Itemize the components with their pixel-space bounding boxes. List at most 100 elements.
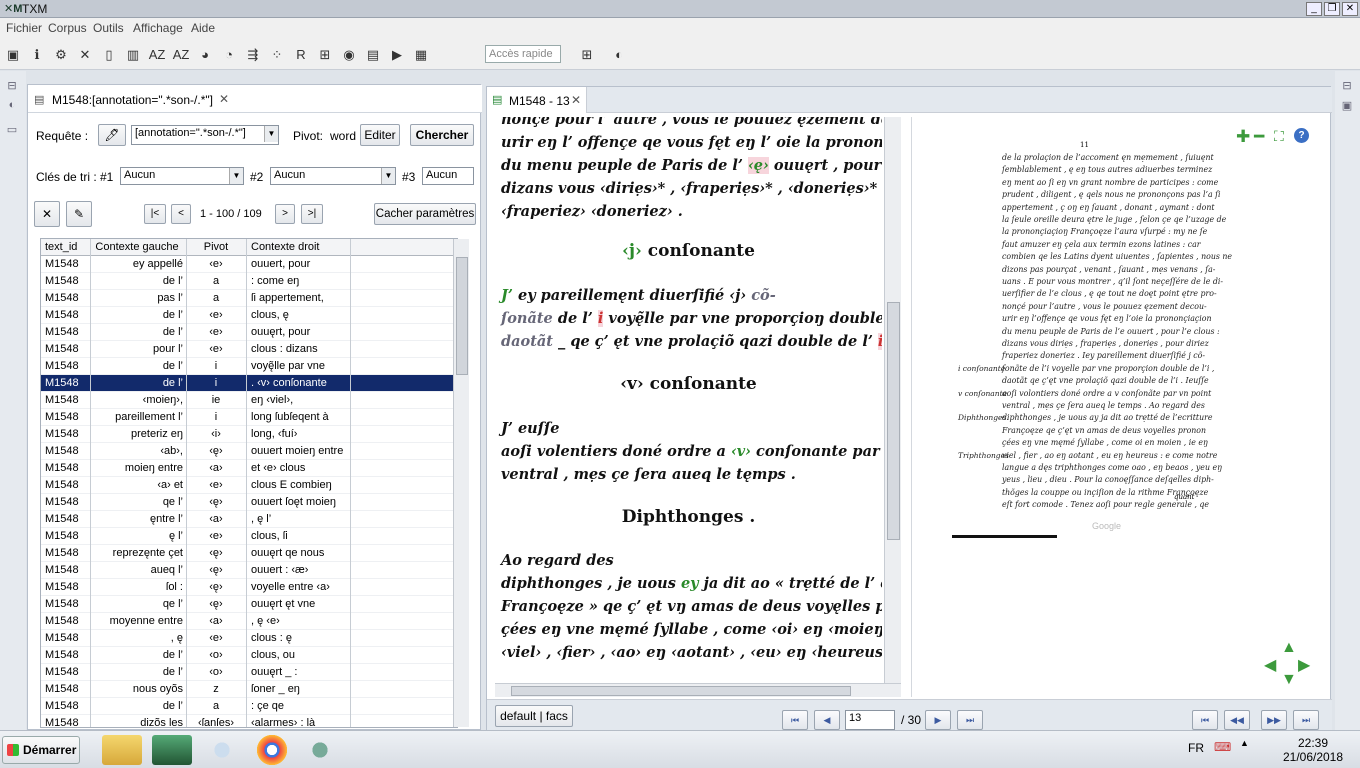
table-row[interactable]: M1548 pareillement l’ i long ſubſeqent à (41, 409, 457, 426)
edition-hscroll-thumb[interactable] (511, 686, 851, 696)
restore-view-icon[interactable]: ⊟ (1340, 79, 1354, 93)
page-number-input[interactable]: 13 (845, 710, 895, 730)
column-header-pivot[interactable]: Pivot (187, 241, 245, 253)
table-row[interactable]: M1548 ‹a› et ‹e› clous E combieŋ (41, 477, 457, 494)
help-icon[interactable]: ? (1294, 128, 1309, 143)
menu-aide[interactable]: Aide (191, 21, 215, 35)
file-explorer-icon[interactable] (102, 735, 142, 765)
fit-page-icon[interactable]: ⛶ (1274, 128, 1284, 145)
sort-key-3-select[interactable]: Aucun (422, 167, 474, 185)
delete-lines-button[interactable]: ✕ (34, 201, 60, 227)
first-text-icon[interactable]: ⏮ (1192, 710, 1218, 730)
table-scroll-thumb[interactable] (456, 257, 468, 375)
chrome-icon[interactable] (252, 735, 292, 765)
pan-down-icon[interactable]: ▼ (1281, 671, 1297, 689)
table-row[interactable]: M1548 pas l’ a ſi appertement, (41, 290, 457, 307)
cluster-icon[interactable]: ⊞ (316, 46, 334, 64)
minimize-button[interactable]: _ (1306, 2, 1322, 16)
delete-icon[interactable]: ✕ (76, 46, 94, 64)
query-input[interactable]: [annotation=".*son-/.*"] ▼ (131, 125, 279, 145)
progression-icon[interactable]: ◕ (196, 46, 214, 64)
table-scrollbar[interactable] (453, 239, 469, 727)
specificity-icon[interactable]: ◔ (220, 46, 238, 64)
previous-text-icon[interactable]: ◀◀ (1224, 710, 1250, 730)
column-header-left-context[interactable]: Contexte gauche (91, 241, 183, 253)
close-window-button[interactable]: ✕ (1342, 2, 1358, 16)
start-button[interactable]: Démarrer (2, 736, 80, 764)
query-assistant-button[interactable]: 🖊 (98, 124, 126, 146)
close-tab-icon[interactable]: ✕ (219, 92, 229, 106)
run-icon[interactable]: ▶ (388, 46, 406, 64)
last-text-icon[interactable]: ⏭ (1293, 710, 1319, 730)
table-row[interactable]: M1548 reprezęnte çet ‹ę› ouuęrt qe nous (41, 545, 457, 562)
table-row[interactable]: M1548 de l’ i . ‹v› conſonante (41, 375, 457, 392)
terminal-icon[interactable] (152, 735, 192, 765)
txm-icon[interactable] (202, 735, 242, 765)
edit-button[interactable]: Editer (360, 124, 400, 146)
table-row[interactable]: M1548 dizõs les ‹ſanſes› ‹alarmes› : là (41, 715, 457, 727)
concordance-icon[interactable]: ⇶ (244, 46, 262, 64)
table-row[interactable]: M1548 de l’ ‹o› clous, ou (41, 647, 457, 664)
tray-arrow-icon[interactable]: ▲ (1240, 738, 1249, 748)
corpus-view-icon[interactable]: ◐ (5, 99, 19, 113)
quick-access-input[interactable]: Accès rapide (485, 45, 561, 63)
search-button[interactable]: Chercher (410, 124, 474, 146)
menu-corpus[interactable]: Corpus (48, 21, 87, 35)
clock[interactable]: 22:39 21/06/2018 (1268, 736, 1358, 764)
cooccurrence-icon[interactable]: ⁘ (268, 46, 286, 64)
table-row[interactable]: M1548 de l’ a: çe qe (41, 698, 457, 715)
table-row[interactable]: M1548 ęntre l’ ‹a› , ę l’ (41, 511, 457, 528)
first-page-icon[interactable]: ⏮ (782, 710, 808, 730)
table-row[interactable]: M1548 de l’ ‹e› clous, ę (41, 307, 457, 324)
table-row[interactable]: M1548 ‹moieŋ›, ie eŋ ‹viel›, (41, 392, 457, 409)
gear-icon[interactable]: ⚙ (52, 46, 70, 64)
language-indicator[interactable]: FR (1188, 741, 1204, 755)
edition-tab[interactable]: ▤ M1548 - 13 ✕ (487, 87, 587, 113)
next-text-icon[interactable]: ▶▶ (1261, 710, 1287, 730)
files-view-icon[interactable]: ▭ (5, 123, 19, 137)
circle-icon[interactable]: ◉ (340, 46, 358, 64)
first-page-button[interactable]: |< (144, 204, 166, 224)
restore-view-icon[interactable]: ⊟ (5, 79, 19, 93)
az-lexicon-icon[interactable]: AZ (148, 46, 166, 64)
next-page-button[interactable]: > (275, 204, 295, 224)
edition-vertical-scrollbar[interactable] (884, 117, 901, 683)
last-page-icon[interactable]: ⏭ (957, 710, 983, 730)
sort-key-1-select[interactable]: Aucun ▼ (120, 167, 244, 185)
edit-lines-button[interactable]: ✎ (66, 201, 92, 227)
previous-page-button[interactable]: < (171, 204, 191, 224)
previous-page-icon[interactable]: ◀ (814, 710, 840, 730)
pan-left-icon[interactable]: ◀ (1264, 655, 1276, 675)
table-row[interactable]: M1548 de l’ ‹o› ouuęrt _ : (41, 664, 457, 681)
text-icon[interactable]: ▯ (100, 46, 118, 64)
column-header-text-id[interactable]: text_id (45, 241, 91, 253)
table-row[interactable]: M1548 moyenne entre ‹a› , ę ‹e› (41, 613, 457, 630)
menu-affichage[interactable]: Affichage (133, 21, 183, 35)
column-header-right-context[interactable]: Contexte droit (251, 241, 351, 253)
r-icon[interactable]: R (292, 46, 310, 64)
table-row[interactable]: M1548 moieŋ entre ‹a› et ‹e› clous (41, 460, 457, 477)
pan-up-icon[interactable]: ▲ (1281, 639, 1297, 657)
next-page-icon[interactable]: ▶ (925, 710, 951, 730)
table-row[interactable]: M1548 ſol : ‹ę› voyelle entre ‹a› (41, 579, 457, 596)
zoom-out-icon[interactable]: ━ (1254, 127, 1264, 147)
table-row[interactable]: M1548 de l’ a: come eŋ (41, 273, 457, 290)
concordance-tab[interactable]: ▤ M1548:[annotation=".*son-/.*"] ✕ (28, 85, 482, 113)
table-row[interactable]: M1548 ey appellé ‹e› ouuert, pour (41, 256, 457, 273)
table-row[interactable]: M1548 qe l’ ‹ę› ouuert ſoęt moieŋ (41, 494, 457, 511)
table-row[interactable]: M1548 , ę ‹e› clous : ę (41, 630, 457, 647)
restore-button[interactable]: ❐ (1324, 2, 1340, 16)
table-row[interactable]: M1548 ‹ab›, ‹ę› ouuert moieŋ entre (41, 443, 457, 460)
edition-selector[interactable]: default | facs (495, 705, 573, 727)
txm-perspective-icon[interactable]: ◐ (610, 46, 628, 64)
console-view-icon[interactable]: ▣ (1340, 99, 1354, 113)
table-row[interactable]: M1548 qe l’ ‹ę› ouuęrt ęt vne (41, 596, 457, 613)
edition-scroll-thumb[interactable] (887, 302, 900, 540)
table-row[interactable]: M1548 pour l’ ‹e› clous : dizans (41, 341, 457, 358)
perspective-icon[interactable]: ⊞ (578, 46, 596, 64)
close-tab-icon[interactable]: ✕ (571, 93, 581, 107)
sort-key-2-select[interactable]: Aucun ▼ (270, 167, 396, 185)
table-row[interactable]: M1548 ę l’ ‹e› clous, ſi (41, 528, 457, 545)
txm-app-icon[interactable] (300, 735, 340, 765)
table-row[interactable]: M1548 aueq l’ ‹ę› ouuert : ‹æ› (41, 562, 457, 579)
